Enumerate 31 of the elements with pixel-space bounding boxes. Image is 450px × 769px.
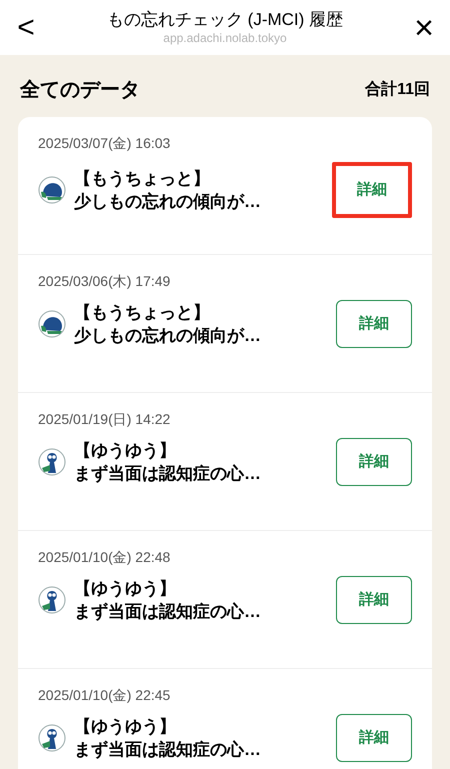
record-date: 2025/01/10(金) 22:45: [38, 686, 172, 705]
result-label: 【もうちょっと】: [74, 168, 211, 190]
result-message: まず当面は認知症の心…: [74, 739, 262, 761]
result-label: 【ゆうゆう】: [74, 716, 177, 738]
detail-button[interactable]: 詳細: [336, 300, 412, 348]
result-label: 【ゆうゆう】: [74, 440, 177, 462]
figure-character-icon: [38, 586, 66, 614]
result-message: 少しもの忘れの傾向が…: [74, 191, 262, 213]
detail-button[interactable]: 詳細: [332, 162, 412, 218]
blob-character-icon: [38, 176, 66, 204]
close-button[interactable]: ×: [410, 10, 438, 44]
result-label: 【ゆうゆう】: [74, 578, 177, 600]
record-date: 2025/01/10(金) 22:48: [38, 548, 172, 567]
record-date: 2025/03/06(木) 17:49: [38, 272, 172, 291]
record-date: 2025/03/07(金) 16:03: [38, 134, 172, 153]
figure-character-icon: [38, 448, 66, 476]
section-title: 全てのデータ: [20, 78, 140, 103]
result-message: まず当面は認知症の心…: [74, 463, 262, 485]
result-label: 【もうちょっと】: [74, 302, 211, 324]
result-message: 少しもの忘れの傾向が…: [74, 325, 262, 347]
detail-button[interactable]: 詳細: [336, 714, 412, 762]
page-title: もの忘れチェック (J-MCI) 履歴: [106, 9, 344, 31]
blob-character-icon: [38, 310, 66, 338]
total-count: 合計11回: [365, 79, 430, 100]
detail-button[interactable]: 詳細: [336, 576, 412, 624]
detail-button[interactable]: 詳細: [336, 438, 412, 486]
back-button[interactable]: <: [12, 12, 40, 42]
record-date: 2025/01/19(日) 14:22: [38, 410, 172, 429]
result-message: まず当面は認知症の心…: [74, 601, 262, 623]
url-text: app.adachi.nolab.tokyo: [163, 30, 287, 46]
figure-character-icon: [38, 724, 66, 752]
